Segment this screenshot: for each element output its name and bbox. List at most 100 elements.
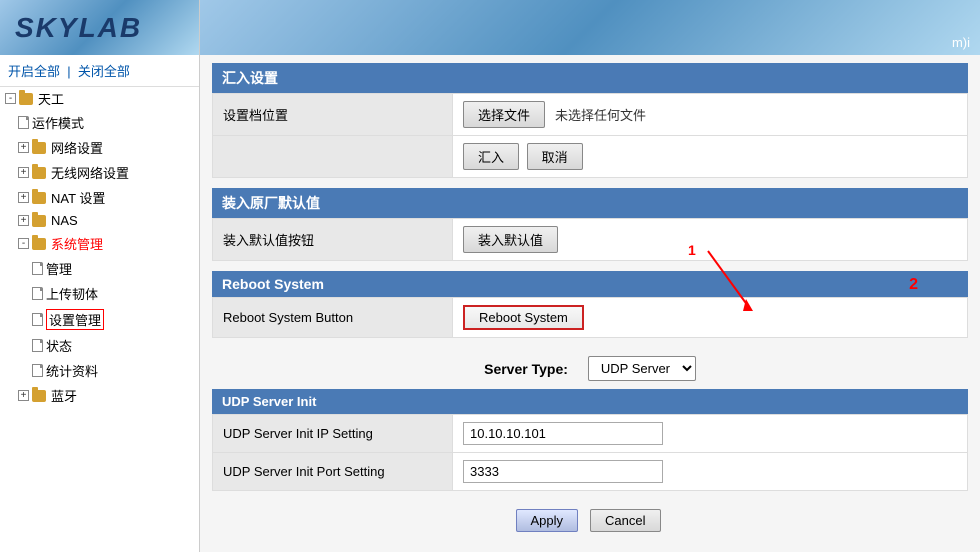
no-file-text: 未选择任何文件 <box>555 105 646 124</box>
expand-icon-xitong[interactable]: - <box>18 238 29 249</box>
reboot-table: Reboot System Button Reboot System <box>212 297 968 338</box>
table-row: 装入默认值按钮 装入默认值 <box>213 219 968 261</box>
factory-reset-button[interactable]: 装入默认值 <box>463 226 558 253</box>
sidebar-item-xitong[interactable]: - 系统管理 <box>0 231 199 256</box>
sidebar-toggles: 开启全部 | 关闭全部 <box>0 55 199 87</box>
folder-icon-tiangong <box>19 93 33 105</box>
toggle-separator: | <box>67 64 70 79</box>
expand-icon-nat[interactable]: + <box>18 192 29 203</box>
reboot-section: Reboot System Reboot System Button Reboo… <box>212 271 968 338</box>
udp-section: UDP Server Init UDP Server Init IP Setti… <box>212 389 968 491</box>
sidebar-item-guanli[interactable]: 管理 <box>0 256 199 281</box>
expand-icon-tiangong[interactable]: - <box>5 93 16 104</box>
import-button[interactable]: 汇入 <box>463 143 519 170</box>
sidebar-label-nat: NAT 设置 <box>51 188 105 207</box>
folder-icon-nas <box>32 215 46 227</box>
table-row: UDP Server Init Port Setting <box>213 453 968 491</box>
sidebar-item-tiangong[interactable]: - 天工 <box>0 87 199 110</box>
sidebar-label-tiangong: 天工 <box>38 89 64 108</box>
sidebar-label-wuxian: 无线网络设置 <box>51 163 129 182</box>
sidebar-label-tongji: 统计资料 <box>46 361 98 380</box>
server-type-select[interactable]: UDP Server TCP Server <box>588 356 696 381</box>
sidebar-item-lantian[interactable]: + 蓝牙 <box>0 383 199 408</box>
folder-icon-wuxian <box>32 167 46 179</box>
import-section-header: 汇入设置 <box>212 63 968 93</box>
table-row: 设置档位置 选择文件 未选择任何文件 <box>213 94 968 136</box>
reboot-section-header: Reboot System <box>212 271 968 297</box>
sidebar-label-shezhi: 设置管理 <box>46 309 104 330</box>
doc-icon-zhuangtai <box>32 339 43 352</box>
sidebar-item-nas[interactable]: + NAS <box>0 210 199 231</box>
doc-icon-shezhi <box>32 313 43 326</box>
factory-btn-cell: 装入默认值 <box>453 219 968 261</box>
sidebar-label-xitong: 系统管理 <box>51 234 103 253</box>
choose-file-button[interactable]: 选择文件 <box>463 101 545 128</box>
reboot-btn-cell: Reboot System <box>453 298 968 338</box>
factory-section-header: 装入原厂默认值 <box>212 188 968 218</box>
import-section: 汇入设置 设置档位置 选择文件 未选择任何文件 汇入 取消 <box>212 63 968 178</box>
folder-icon-lantian <box>32 390 46 402</box>
sidebar-item-wuxian[interactable]: + 无线网络设置 <box>0 160 199 185</box>
doc-icon-yunzuo <box>18 116 29 129</box>
sidebar-item-yunzuo[interactable]: 运作模式 <box>0 110 199 135</box>
sidebar-label-guanli: 管理 <box>46 259 72 278</box>
udp-table: UDP Server Init IP Setting UDP Server In… <box>212 414 968 491</box>
open-all-link[interactable]: 开启全部 <box>8 64 60 79</box>
expand-icon-nas[interactable]: + <box>18 215 29 226</box>
sidebar-item-shangchuan[interactable]: 上传韧体 <box>0 281 199 306</box>
sidebar-item-wangluo[interactable]: + 网络设置 <box>0 135 199 160</box>
table-row: UDP Server Init IP Setting <box>213 415 968 453</box>
import-location-label: 设置档位置 <box>213 94 453 136</box>
sidebar-label-zhuangtai: 状态 <box>46 336 72 355</box>
factory-label: 装入默认值按钮 <box>213 219 453 261</box>
content-body: 汇入设置 设置档位置 选择文件 未选择任何文件 汇入 取消 <box>200 55 980 550</box>
folder-icon-wangluo <box>32 142 46 154</box>
folder-icon-nat <box>32 192 46 204</box>
folder-icon-xitong <box>32 238 46 250</box>
sidebar: SKYLAB 开启全部 | 关闭全部 - 天工 运作模式 + 网络设置 + 无线… <box>0 0 200 552</box>
udp-section-header: UDP Server Init <box>212 389 968 414</box>
sidebar-item-zhuangtai[interactable]: 状态 <box>0 333 199 358</box>
table-row-import-btns: 汇入 取消 <box>213 136 968 178</box>
factory-section: 装入原厂默认值 装入默认值按钮 装入默认值 <box>212 188 968 261</box>
close-all-link[interactable]: 关闭全部 <box>78 64 130 79</box>
udp-ip-value <box>453 415 968 453</box>
expand-icon-wangluo[interactable]: + <box>18 142 29 153</box>
apply-button[interactable]: Apply <box>516 509 579 532</box>
sidebar-label-shangchuan: 上传韧体 <box>46 284 98 303</box>
sidebar-label-lantian: 蓝牙 <box>51 386 77 405</box>
reboot-label: Reboot System Button <box>213 298 453 338</box>
udp-port-value <box>453 453 968 491</box>
main-content: m)i 汇入设置 设置档位置 选择文件 未选择任何文件 <box>200 0 980 552</box>
import-location-value: 选择文件 未选择任何文件 <box>453 94 968 136</box>
sidebar-label-wangluo: 网络设置 <box>51 138 103 157</box>
import-cancel-button[interactable]: 取消 <box>527 143 583 170</box>
import-btn-label <box>213 136 453 178</box>
expand-icon-wuxian[interactable]: + <box>18 167 29 178</box>
udp-ip-input[interactable] <box>463 422 663 445</box>
sidebar-label-nas: NAS <box>51 213 78 228</box>
sidebar-item-tongji[interactable]: 统计资料 <box>0 358 199 383</box>
server-type-label: Server Type: <box>484 361 568 377</box>
sidebar-item-nat[interactable]: + NAT 设置 <box>0 185 199 210</box>
header-corner-text: m)i <box>952 35 970 50</box>
main-header: m)i <box>200 0 980 55</box>
sidebar-label-yunzuo: 运作模式 <box>32 113 84 132</box>
reboot-system-button[interactable]: Reboot System <box>463 305 584 330</box>
doc-icon-guanli <box>32 262 43 275</box>
cancel-button[interactable]: Cancel <box>590 509 660 532</box>
expand-icon-lantian[interactable]: + <box>18 390 29 401</box>
action-row: Apply Cancel <box>212 501 968 542</box>
factory-table: 装入默认值按钮 装入默认值 <box>212 218 968 261</box>
udp-ip-label: UDP Server Init IP Setting <box>213 415 453 453</box>
doc-icon-tongji <box>32 364 43 377</box>
logo-area: SKYLAB <box>0 0 199 55</box>
udp-port-input[interactable] <box>463 460 663 483</box>
logo-text: SKYLAB <box>15 12 142 44</box>
import-table: 设置档位置 选择文件 未选择任何文件 汇入 取消 <box>212 93 968 178</box>
server-type-row: Server Type: UDP Server TCP Server <box>212 348 968 389</box>
table-row: Reboot System Button Reboot System <box>213 298 968 338</box>
file-select-row: 选择文件 未选择任何文件 <box>463 101 957 128</box>
doc-icon-shangchuan <box>32 287 43 300</box>
sidebar-item-shezhi[interactable]: 设置管理 <box>0 306 199 333</box>
